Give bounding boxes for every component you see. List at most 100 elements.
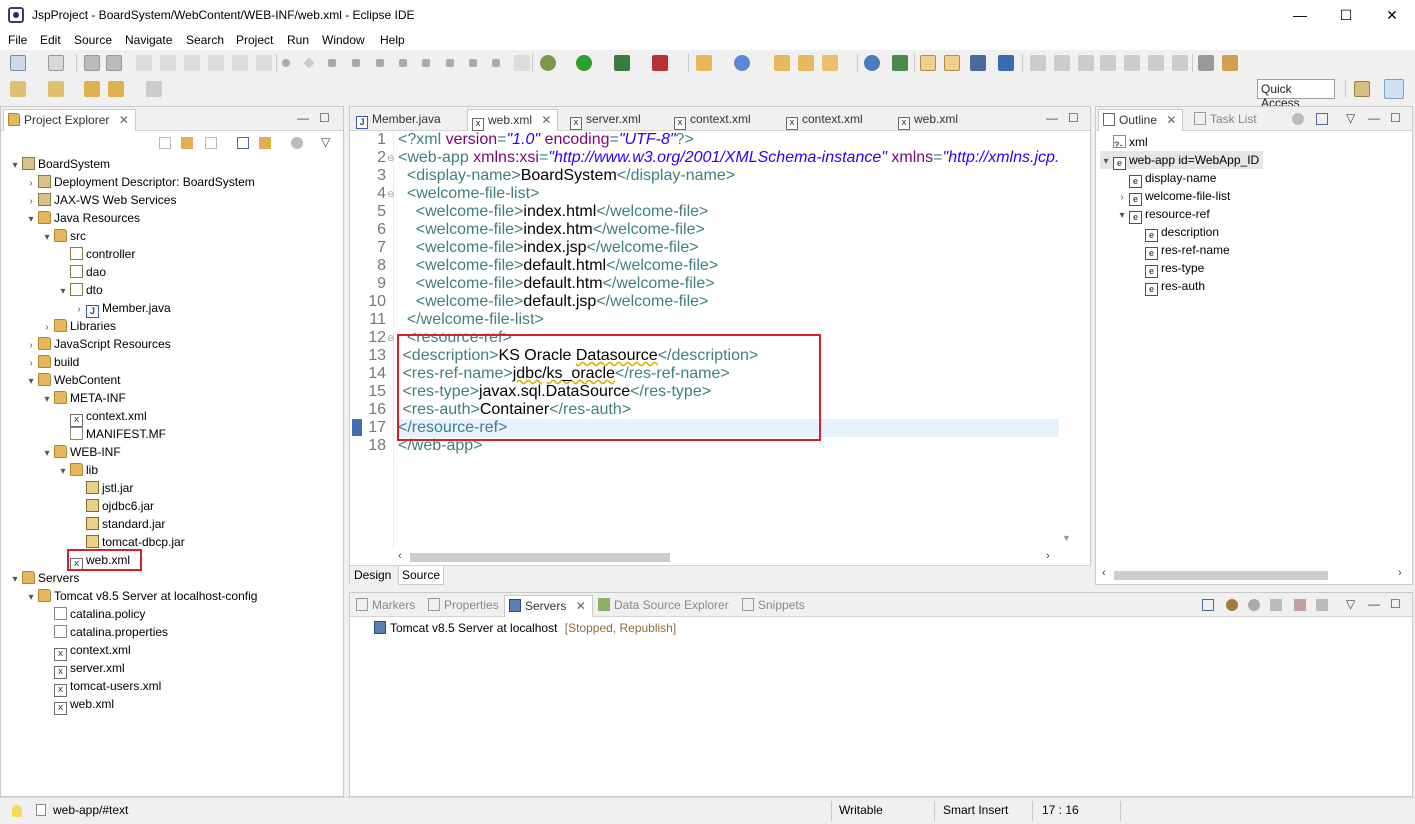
marker2-icon[interactable] [328,59,336,67]
outline-hscrollbar[interactable]: ‹ › [1100,567,1410,583]
step2-icon[interactable] [160,55,176,71]
expand-arrow-icon[interactable]: ▾ [57,463,69,481]
tab-web-xml[interactable]: x web.xml ✕ [467,109,559,131]
step-into-icon[interactable] [1124,55,1140,71]
open-task-icon[interactable] [798,55,814,71]
close-tab-icon[interactable]: ✕ [1166,113,1176,127]
tree-item[interactable]: › build [25,353,79,371]
tree-item[interactable]: jstl.jar [73,479,133,497]
jee-perspective-icon[interactable] [1384,79,1404,99]
outline-filter-icon[interactable] [1292,113,1304,125]
tree-item[interactable]: › JAX-WS Web Services [25,191,176,209]
stop-server-icon[interactable] [1294,599,1306,611]
marker4-icon[interactable] [376,59,384,67]
tree-item[interactable]: controller [57,245,135,263]
scroll-right-arrow[interactable]: › [1046,550,1050,562]
outline-item[interactable]: e res-auth [1132,277,1205,296]
outline-item[interactable]: e res-type [1132,259,1204,278]
step-icon[interactable] [136,55,152,71]
tree-item[interactable]: ▾ src [41,227,86,245]
tab-properties[interactable]: Properties [424,595,505,617]
marker6-icon[interactable] [422,59,430,67]
outline-item[interactable]: ▾ e web-app id=WebApp_ID [1100,151,1264,171]
expand-arrow-icon[interactable]: ▾ [9,571,21,589]
debug-server-icon[interactable] [1226,599,1238,611]
expand-arrow-icon[interactable]: ▾ [41,229,53,247]
forward-icon[interactable] [146,81,162,97]
tree-item[interactable]: dao [57,263,106,281]
external-tools-icon[interactable] [652,55,668,71]
fold-toggle-icon[interactable]: ⊖ [387,149,395,167]
close-tab-icon[interactable]: ✕ [541,113,551,127]
new-java-class-icon[interactable] [734,55,750,71]
tree-item[interactable]: x web.xml [41,695,114,715]
link-editor-icon[interactable] [259,137,271,149]
step3-icon[interactable] [184,55,200,71]
expand-arrow-icon[interactable]: ▾ [9,157,21,175]
expand-arrow-icon[interactable]: ▾ [1100,153,1112,171]
close-tab-icon[interactable]: ✕ [119,113,129,127]
fold-toggle-icon[interactable]: ⊖ [387,329,395,347]
step5-icon[interactable] [232,55,248,71]
tab-project-explorer[interactable]: Project Explorer ✕ [3,109,136,131]
menu-search[interactable]: Search [186,33,224,47]
tab-context-xml-2[interactable]: x context.xml [782,109,869,131]
tab-design[interactable]: Design [354,568,391,582]
tree-item[interactable]: catalina.properties [41,623,168,641]
run-icon[interactable] [576,55,592,71]
tree-item[interactable]: ▾ dto [57,281,103,299]
tree-item[interactable]: › Deployment Descriptor: BoardSystem [25,173,255,191]
open-type-icon[interactable] [48,55,64,71]
tree-item[interactable]: ojdbc6.jar [73,497,154,515]
tree-item[interactable]: ▾ Java Resources [25,209,140,227]
toggle-block-icon[interactable] [944,55,960,71]
filters-icon[interactable] [291,137,303,149]
horizontal-scrollbar[interactable]: ‹ › [350,549,1059,565]
menu-project[interactable]: Project [236,33,273,47]
annotation-nav-icon[interactable] [10,81,26,97]
expand-arrow-icon[interactable]: ▾ [25,373,37,391]
suspend-icon[interactable] [1054,55,1070,71]
menu-file[interactable]: File [8,33,27,47]
close-tab-icon[interactable]: ✕ [576,599,586,613]
tree-item[interactable]: › J Member.java [73,299,171,318]
marker-icon[interactable] [303,57,315,69]
tree-item[interactable]: ▾ lib [57,461,98,479]
tree-item[interactable]: ▾ Servers [9,569,79,587]
tree-item[interactable]: MANIFEST.MF [57,425,166,443]
forward-nav-icon[interactable] [181,137,193,149]
view-menu-icon[interactable]: ▽ [321,135,330,149]
tab-servers[interactable]: Servers ✕ [504,595,593,617]
back-icon[interactable] [108,81,124,97]
tree-item[interactable]: catalina.policy [41,605,145,623]
scroll-thumb[interactable] [1114,571,1328,580]
minimize-view-icon[interactable]: — [297,111,309,125]
maximize-button[interactable]: ☐ [1323,0,1369,30]
maximize-editor-icon[interactable]: ☐ [1068,111,1079,125]
save-all-icon[interactable] [106,55,122,71]
terminate-icon[interactable] [1078,55,1094,71]
tab-web-xml-2[interactable]: x web.xml [894,109,964,131]
scroll-down-arrow[interactable]: ▼ [1062,533,1071,543]
tree-item[interactable]: x server.xml [41,659,125,679]
quick-access-field[interactable]: Quick Access [1257,79,1335,110]
menu-run[interactable]: Run [287,33,309,47]
new-server-icon[interactable] [696,55,712,71]
outline-collapse-icon[interactable] [1316,113,1328,125]
close-button[interactable]: ✕ [1369,0,1415,30]
collapse-servers-icon[interactable] [1202,599,1214,611]
outline-item[interactable]: ▾ e resource-ref [1116,205,1210,224]
menu-window[interactable]: Window [322,33,365,47]
tree-item[interactable]: ▾ WebContent [25,371,121,389]
tab-data-source-explorer[interactable]: Data Source Explorer [594,595,735,617]
marker10-icon[interactable] [514,55,530,71]
tree-item[interactable]: ▾ WEB-INF [41,443,121,461]
servers-menu-icon[interactable]: ▽ [1346,597,1355,611]
search-tool-icon[interactable] [822,55,838,71]
maximize-view-icon[interactable]: ☐ [319,111,330,125]
last-edit-location-icon[interactable] [84,81,100,97]
tab-context-xml[interactable]: x context.xml [670,109,757,131]
minimize-editor-icon[interactable]: — [1046,111,1058,125]
tree-item[interactable]: x tomcat-users.xml [41,677,161,697]
expand-arrow-icon[interactable]: ▾ [25,589,37,607]
